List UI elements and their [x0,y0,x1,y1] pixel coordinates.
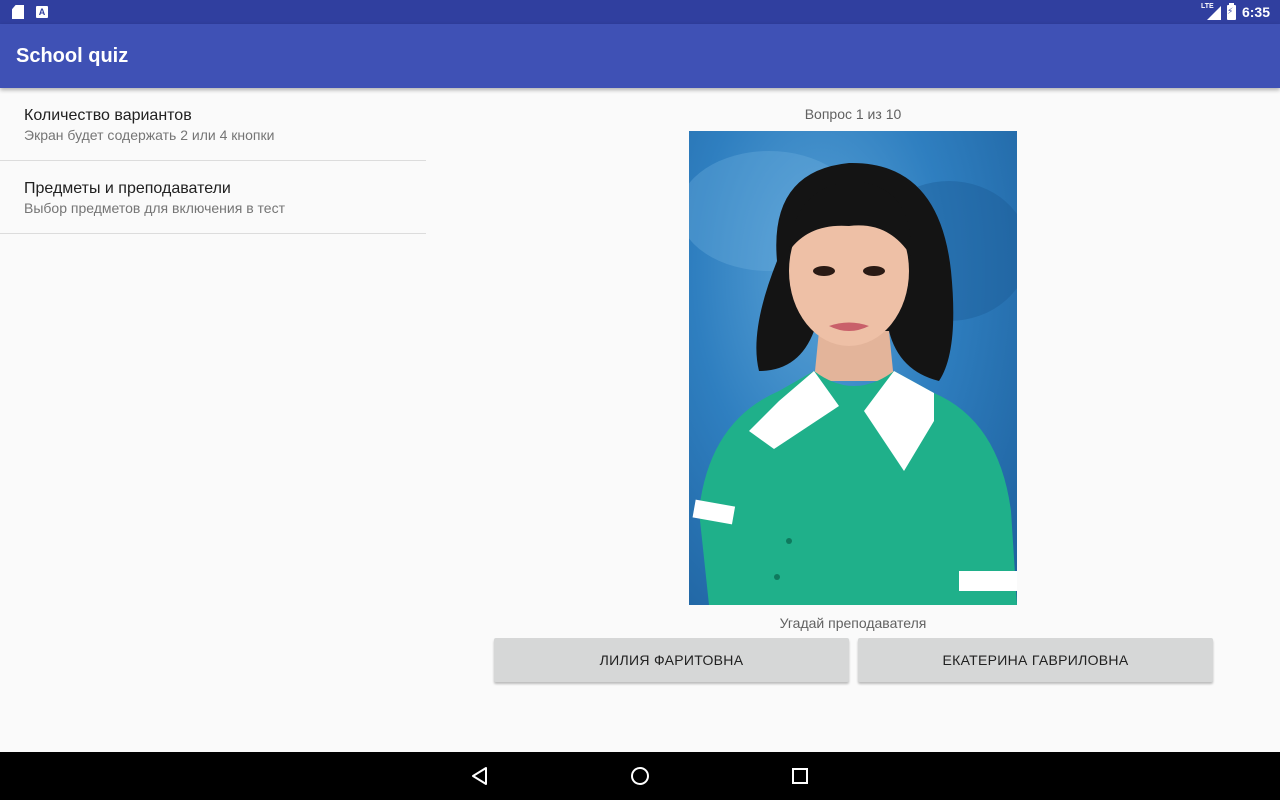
answer-button-1[interactable]: ЛИЛИЯ ФАРИТОВНА [494,638,849,682]
app-title: School quiz [16,44,129,67]
pref-summary: Экран будет содержать 2 или 4 кнопки [24,127,275,143]
keyboard-a-icon: A [36,6,48,18]
pref-number-of-choices[interactable]: Количество вариантов Экран будет содержа… [0,88,426,161]
question-number-label: Вопрос 1 из 10 [804,106,902,122]
status-bar: A LTE 6:35 [0,0,1280,24]
pref-subjects-and-teachers[interactable]: Предметы и преподаватели Выбор предметов… [0,161,426,234]
lte-signal-icon: LTE [1201,3,1221,20]
system-nav-bar [0,752,1280,800]
sd-card-icon [12,5,24,19]
pref-title: Предметы и преподаватели [24,180,231,197]
back-icon[interactable] [400,752,560,800]
app-bar: School quiz [0,24,1280,88]
hint-label: Угадай преподавателя [779,615,927,631]
pref-title: Количество вариантов [24,107,192,124]
settings-panel: Количество вариантов Экран будет содержа… [0,88,426,234]
quiz-panel: Вопрос 1 из 10 Угадай преподавателя ЛИЛИ… [426,88,1280,752]
status-time: 6:35 [1241,4,1270,20]
teacher-photo [689,131,1017,605]
pref-summary: Выбор предметов для включения в тест [24,200,285,216]
home-icon[interactable] [560,752,720,800]
answer-button-2[interactable]: ЕКАТЕРИНА ГАВРИЛОВНА [858,638,1213,682]
recents-icon[interactable] [720,752,880,800]
battery-charging-icon [1226,2,1236,20]
